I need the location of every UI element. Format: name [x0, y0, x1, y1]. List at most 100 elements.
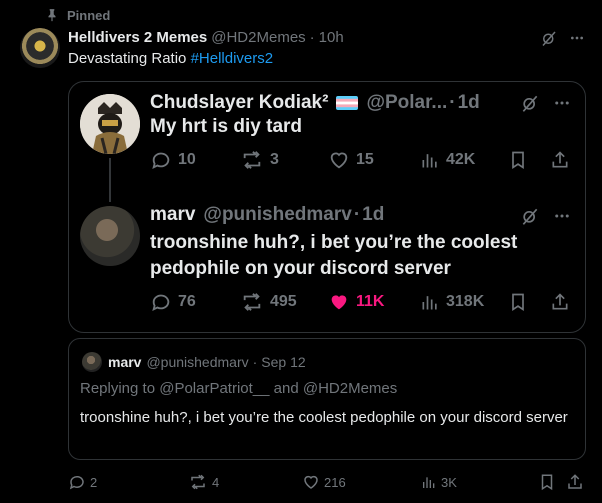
bookmark-icon — [508, 291, 534, 313]
reply2-like-count: 11K — [356, 293, 385, 310]
quote-avatar[interactable] — [82, 352, 102, 372]
reply2-actions: 76 495 11K 318K — [150, 290, 575, 314]
author-handle[interactable]: @HD2Memes — [211, 29, 305, 46]
share-icon — [550, 291, 576, 313]
tweet-text-body: Devastating Ratio — [68, 50, 187, 67]
quote-replying-to: Replying to @PolarPatriot__ and @HD2Meme… — [80, 380, 398, 397]
reply1-like-count: 15 — [356, 151, 374, 168]
reply2-share-button[interactable] — [550, 290, 576, 314]
tweet-time[interactable]: 10h — [319, 29, 344, 46]
like-count: 216 — [324, 474, 346, 490]
reply1-handle[interactable]: @Polar... — [366, 92, 447, 114]
reply2-text-line2: pedophile on your discord server — [150, 258, 451, 279]
reply1-repost-button[interactable]: 3 — [240, 148, 279, 172]
reply1-share-button[interactable] — [550, 148, 576, 172]
view-count: 3K — [441, 474, 457, 490]
views-button[interactable]: 3K — [421, 472, 457, 492]
grok-icon — [540, 29, 558, 47]
reply1-view-count: 42K — [446, 151, 476, 168]
reply1-repost-count: 3 — [270, 151, 279, 168]
reply1-author-name[interactable]: Chudslayer Kodiak² — [150, 92, 328, 114]
heart-icon — [302, 473, 324, 491]
bookmark-icon — [508, 149, 534, 171]
grok-icon — [520, 206, 540, 226]
repost-button[interactable]: 4 — [188, 472, 219, 492]
bookmark-icon — [538, 473, 560, 491]
tweet-header: Helldivers 2 Memes @HD2Memes · 10h — [68, 27, 344, 47]
reply2-like-button[interactable]: 11K — [328, 290, 384, 314]
reply2-repost-button[interactable]: 495 — [240, 290, 297, 314]
separator: · — [252, 354, 258, 370]
reply2-handle[interactable]: @punishedmarv — [203, 204, 351, 226]
grok-icon — [520, 93, 540, 113]
heart-filled-icon — [328, 291, 356, 313]
reply-icon — [68, 473, 90, 491]
reply-icon — [150, 149, 178, 171]
reply2-views-button[interactable]: 318K — [420, 290, 484, 314]
views-icon — [420, 150, 446, 170]
reply1-avatar[interactable] — [80, 94, 140, 154]
reply1-header: Chudslayer Kodiak² @Polar... · 1d — [150, 90, 480, 116]
share-icon — [550, 149, 576, 171]
like-button[interactable]: 216 — [302, 472, 346, 492]
hashtag-link[interactable]: #Helldivers2 — [191, 50, 274, 67]
reply1-actions: 10 3 15 42K — [150, 148, 575, 172]
bear-mascot-icon — [80, 94, 140, 154]
quote-header: marv @punishedmarv · Sep 12 — [82, 351, 306, 373]
reply2-author-name[interactable]: marv — [150, 204, 195, 226]
reply2-reply-count: 76 — [178, 293, 196, 310]
reply1-grok-button[interactable] — [518, 91, 542, 115]
reply2-time[interactable]: 1d — [362, 204, 384, 226]
separator: · — [449, 92, 456, 113]
reply1-bookmark-button[interactable] — [508, 148, 534, 172]
reply2-bookmark-button[interactable] — [508, 290, 534, 314]
tweet-text: Devastating Ratio #Helldivers2 — [68, 50, 273, 67]
reply2-header: marv @punishedmarv · 1d — [150, 202, 384, 228]
repost-count: 4 — [212, 474, 220, 490]
author-avatar[interactable] — [20, 28, 60, 68]
quote-text: troonshine huh?, i bet you’re the cooles… — [80, 409, 568, 426]
grok-button[interactable] — [538, 28, 560, 48]
reply2-avatar[interactable] — [80, 206, 140, 266]
reply1-like-button[interactable]: 15 — [328, 148, 374, 172]
reply1-reply-button[interactable]: 10 — [150, 148, 196, 172]
pinned-indicator: Pinned — [45, 6, 110, 24]
more-icon — [553, 207, 571, 225]
thread-connector-line — [109, 158, 111, 202]
reply2-view-count: 318K — [446, 293, 485, 310]
reply2-text-line1: troonshine huh?, i bet you’re the cooles… — [150, 232, 518, 253]
bookmark-button[interactable] — [538, 472, 560, 492]
repost-icon — [240, 291, 270, 313]
quote-date[interactable]: Sep 12 — [261, 354, 305, 370]
reply-icon — [150, 291, 178, 313]
views-icon — [421, 474, 441, 490]
reply1-time[interactable]: 1d — [458, 92, 480, 114]
reply2-more-button[interactable] — [550, 204, 574, 228]
author-name[interactable]: Helldivers 2 Memes — [68, 29, 207, 46]
pin-icon — [45, 8, 67, 22]
reply1-reply-count: 10 — [178, 151, 196, 168]
tweet-action-bar: 2 4 216 3K — [0, 472, 602, 492]
more-icon — [569, 30, 585, 46]
share-button[interactable] — [566, 472, 588, 492]
separator: · — [353, 204, 361, 225]
reply2-grok-button[interactable] — [518, 204, 542, 228]
repost-icon — [240, 149, 270, 171]
views-icon — [420, 292, 446, 312]
heart-icon — [328, 149, 356, 171]
reply1-more-button[interactable] — [550, 91, 574, 115]
reply1-text: My hrt is diy tard — [150, 116, 303, 137]
reply2-text: troonshine huh?, i bet you’re the cooles… — [150, 230, 570, 282]
share-icon — [566, 473, 588, 491]
reply1-views-button[interactable]: 42K — [420, 148, 475, 172]
repost-icon — [188, 473, 212, 491]
reply2-repost-count: 495 — [270, 293, 297, 310]
quote-author-name[interactable]: marv — [108, 354, 141, 370]
reply2-reply-button[interactable]: 76 — [150, 290, 196, 314]
pinned-label: Pinned — [67, 7, 111, 23]
separator: · — [309, 28, 315, 46]
reply-button[interactable]: 2 — [68, 472, 97, 492]
more-options-button[interactable] — [566, 28, 588, 48]
trans-flag-icon — [336, 96, 359, 110]
quote-handle[interactable]: @punishedmarv — [146, 354, 248, 370]
